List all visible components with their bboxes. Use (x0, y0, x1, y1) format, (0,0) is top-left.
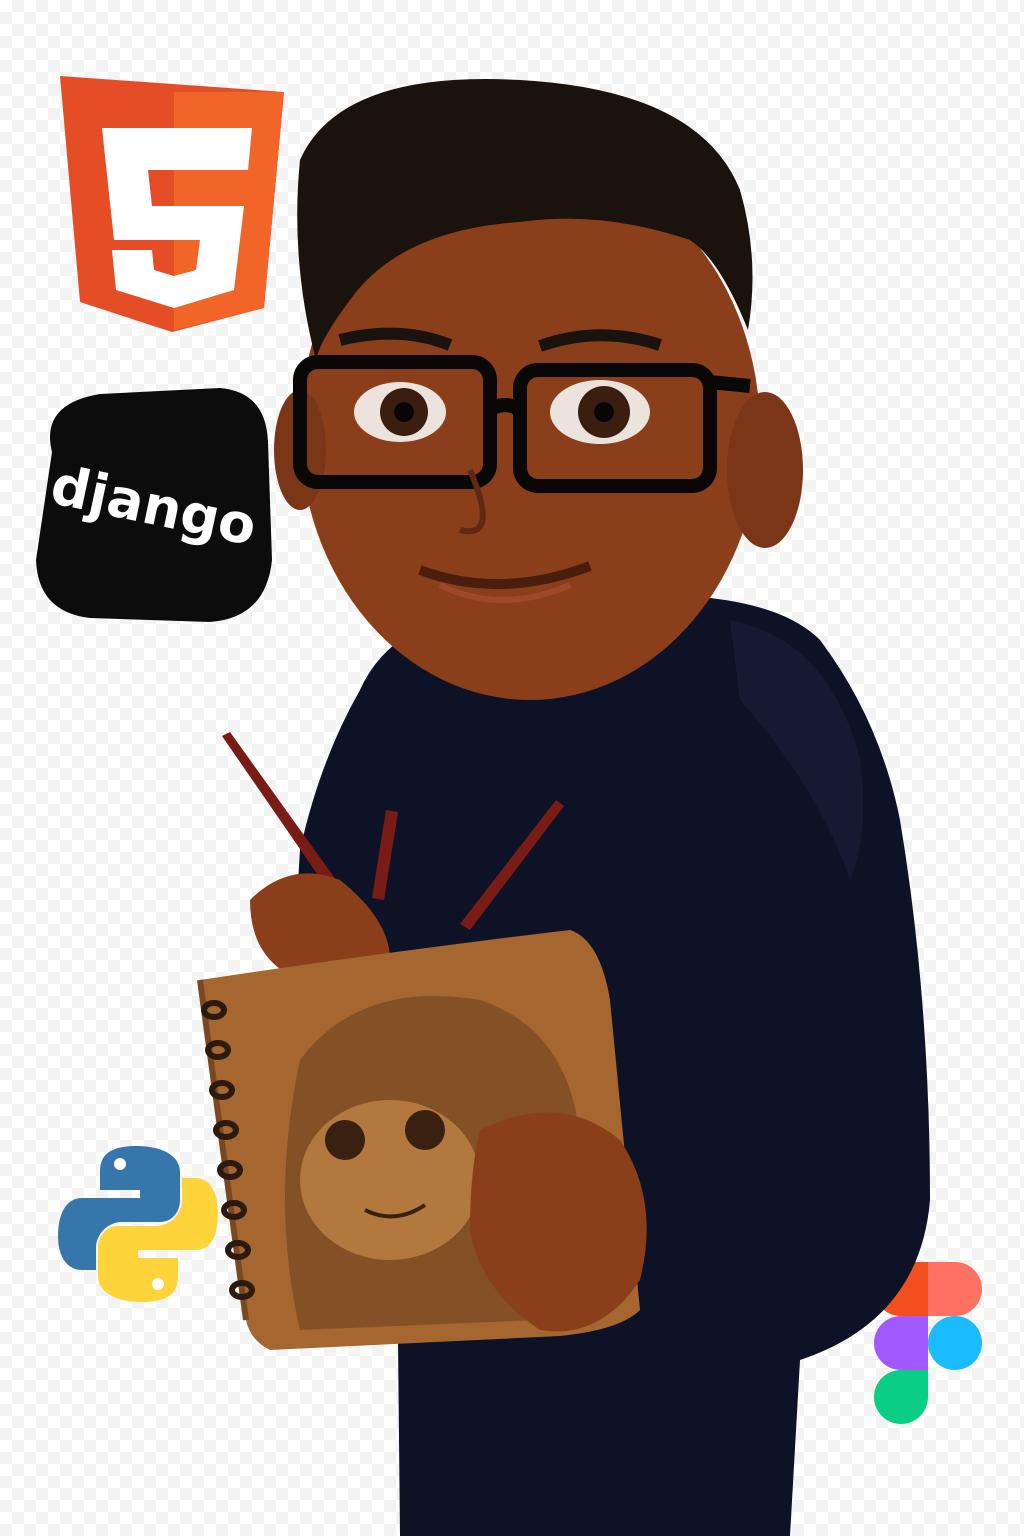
avatar-illustration (197, 79, 930, 1536)
